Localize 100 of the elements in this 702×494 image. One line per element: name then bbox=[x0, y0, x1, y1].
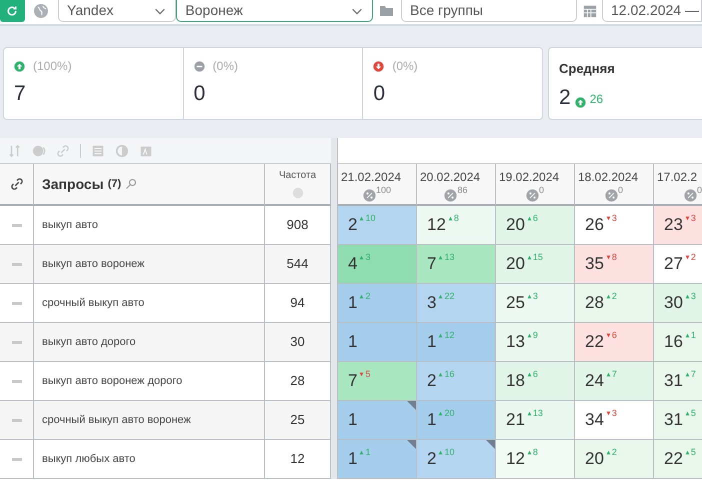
percent-icon bbox=[362, 189, 376, 202]
position-cell: 22 5 bbox=[654, 440, 702, 479]
frequency-value: 94 bbox=[290, 294, 305, 312]
dash-icon bbox=[12, 418, 22, 422]
average-label: Средняя bbox=[559, 60, 616, 78]
query-count: (7) bbox=[108, 176, 122, 192]
position-change: 10 bbox=[444, 446, 454, 459]
date-header: 20.02.2024 bbox=[419, 169, 480, 186]
position-cell: 24 7 bbox=[575, 362, 654, 401]
dash-icon bbox=[12, 340, 22, 344]
percent-value: 0 bbox=[696, 186, 702, 197]
position-change: 12 bbox=[444, 329, 454, 342]
group-field[interactable]: Все группы bbox=[401, 0, 578, 22]
position-cell: 3 22 bbox=[417, 284, 496, 323]
stat-percent: (100%) bbox=[33, 58, 72, 75]
frequency-value: 908 bbox=[286, 216, 308, 234]
date-header: 19.02.2024 bbox=[498, 169, 560, 186]
query-text: выкуп любых авто bbox=[42, 452, 136, 467]
link-icon[interactable] bbox=[10, 177, 24, 191]
refresh-button[interactable] bbox=[0, 0, 25, 22]
position-change: 8 bbox=[612, 251, 617, 264]
frequency-value: 544 bbox=[286, 255, 308, 274]
percent-value: 100 bbox=[376, 186, 392, 197]
position-change: 2 bbox=[690, 251, 696, 264]
percent-value: 86 bbox=[457, 186, 468, 197]
percent-icon bbox=[444, 189, 458, 202]
stat-value: 0 bbox=[373, 83, 386, 104]
position-cell: 1 20 bbox=[417, 401, 496, 440]
position-cell: 12 8 bbox=[496, 440, 575, 479]
dash-icon bbox=[12, 458, 22, 460]
percent-value: 0 bbox=[618, 186, 623, 197]
frequency-value: 30 bbox=[290, 333, 305, 352]
position-change: 5 bbox=[690, 407, 696, 420]
query-text: срочный выкуп авто bbox=[42, 296, 144, 311]
position-change: 5 bbox=[365, 368, 370, 381]
dash-icon bbox=[12, 380, 22, 382]
position-change: 6 bbox=[612, 329, 617, 342]
position-cell: 2 10 bbox=[417, 440, 496, 479]
down-arrow-icon bbox=[373, 60, 384, 72]
search-icon[interactable] bbox=[125, 178, 138, 190]
position-cell: 30 3 bbox=[654, 284, 702, 323]
position-cell: 13 9 bbox=[496, 323, 575, 362]
position-cell: 21 13 bbox=[496, 401, 575, 440]
query-text: выкуп авто воронеж bbox=[42, 256, 145, 272]
folder-icon bbox=[379, 3, 396, 19]
position-cell: 7 13 bbox=[417, 245, 496, 284]
position-cell: 16 1 bbox=[654, 323, 702, 362]
toggle-icon[interactable] bbox=[32, 144, 46, 158]
position-change: 16 bbox=[444, 368, 454, 381]
position-cell: 4 3 bbox=[338, 245, 417, 284]
position-change: 6 bbox=[532, 212, 538, 225]
frequency-value: 12 bbox=[290, 450, 305, 468]
position-cell: 23 3 bbox=[654, 206, 702, 245]
column-header: Частота bbox=[278, 169, 316, 183]
position-cell: 20 2 bbox=[575, 440, 654, 479]
position-change: 13 bbox=[532, 407, 543, 420]
refresh-icon bbox=[6, 5, 18, 17]
position-change: 3 bbox=[532, 290, 538, 303]
position-cell: 28 2 bbox=[575, 284, 654, 323]
position-change: 8 bbox=[454, 212, 459, 225]
dash-icon bbox=[12, 302, 22, 304]
stat-percent: (0%) bbox=[212, 58, 238, 75]
position-cell: 31 7 bbox=[654, 362, 702, 401]
position-cell: 34 3 bbox=[575, 401, 654, 440]
region-dropdown[interactable]: Воронеж bbox=[176, 0, 374, 22]
position-change: 2 bbox=[612, 290, 617, 303]
contrast-icon[interactable] bbox=[115, 144, 129, 158]
frequency-value: 25 bbox=[290, 411, 305, 430]
up-arrow-icon bbox=[14, 60, 25, 72]
engine-dropdown[interactable]: Yandex bbox=[58, 0, 176, 22]
average-value: 2 bbox=[559, 86, 571, 108]
position-change: 5 bbox=[690, 446, 696, 459]
position-cell: 31 5 bbox=[654, 401, 702, 440]
stat-value: 7 bbox=[14, 83, 27, 104]
position-cell: 1 1 bbox=[338, 440, 417, 479]
position-cell: 2 10 bbox=[338, 206, 417, 245]
date-header: 18.02.2024 bbox=[577, 169, 638, 186]
position-change: 3 bbox=[612, 212, 617, 225]
average-change: 26 bbox=[590, 90, 604, 108]
date-range-field[interactable]: 12.02.2024 — bbox=[602, 0, 702, 22]
position-change: 20 bbox=[444, 407, 454, 420]
percent-value: 0 bbox=[538, 186, 544, 197]
position-change: 9 bbox=[532, 329, 538, 342]
position-change: 2 bbox=[612, 446, 617, 459]
position-cell: 26 3 bbox=[575, 206, 654, 245]
table-icon[interactable] bbox=[91, 144, 105, 158]
position-cell: 7 5 bbox=[338, 362, 417, 401]
stat-value: 0 bbox=[194, 83, 206, 104]
query-text: выкуп авто дорого bbox=[42, 334, 136, 350]
text-icon[interactable] bbox=[139, 144, 153, 158]
percent-icon bbox=[684, 189, 697, 202]
position-change: 1 bbox=[365, 446, 370, 459]
position-cell: 25 3 bbox=[496, 284, 575, 323]
position-cell: 18 6 bbox=[496, 362, 575, 401]
position-change: 2 bbox=[365, 290, 370, 303]
position-change: 7 bbox=[612, 368, 617, 381]
position-cell: 1 bbox=[338, 323, 417, 362]
position-change: 7 bbox=[690, 368, 696, 381]
position-cell: 20 15 bbox=[496, 245, 575, 284]
sort-icon[interactable] bbox=[8, 144, 22, 158]
